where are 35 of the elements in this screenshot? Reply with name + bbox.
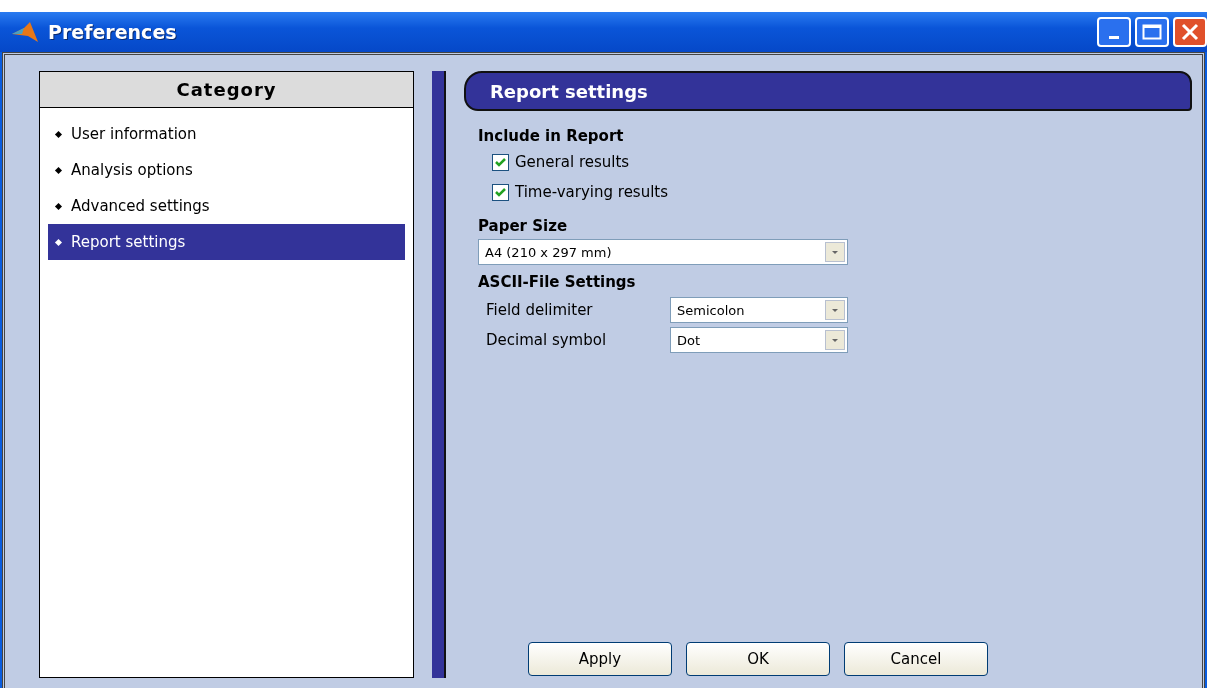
panel-title: Report settings [464, 71, 1192, 111]
category-header: Category [40, 72, 413, 108]
section-heading: Include in Report [478, 127, 625, 145]
checkbox-label: General results [515, 153, 630, 171]
category-item[interactable]: Analysis options [48, 152, 405, 188]
checkbox-label: Time-varying results [515, 183, 669, 201]
maximize-icon [1142, 24, 1162, 40]
bullet-icon [54, 238, 63, 246]
minimize-button[interactable] [1097, 17, 1131, 47]
maximize-button[interactable] [1135, 17, 1169, 47]
field-label: Decimal symbol [486, 331, 608, 349]
paper-size-dropdown[interactable]: A4 (210 x 297 mm) [478, 239, 848, 265]
dialog-button[interactable]: Cancel [844, 642, 988, 676]
dialog-button[interactable]: OK [686, 642, 830, 676]
close-icon [1181, 23, 1199, 41]
app-logo-icon [10, 20, 40, 44]
bullet-icon [54, 202, 63, 210]
window-title: Preferences [48, 21, 178, 43]
dialog-button[interactable]: Apply [528, 642, 672, 676]
section-heading: ASCII-File Settings [478, 273, 637, 291]
checkbox[interactable] [492, 183, 509, 201]
bullet-icon [54, 166, 63, 174]
close-button[interactable] [1173, 17, 1207, 47]
dropdown[interactable]: Dot [670, 327, 848, 353]
category-item[interactable]: User information [48, 116, 405, 152]
checkbox[interactable] [492, 153, 509, 171]
section-heading: Paper Size [478, 217, 569, 235]
check-icon [495, 187, 506, 197]
category-item[interactable]: Report settings [48, 224, 405, 260]
check-icon [495, 157, 506, 167]
category-item[interactable]: Advanced settings [48, 188, 405, 224]
field-label: Field delimiter [486, 301, 594, 319]
minimize-icon [1109, 35, 1119, 39]
bullet-icon [54, 130, 63, 138]
dropdown[interactable]: Semicolon [670, 297, 848, 323]
